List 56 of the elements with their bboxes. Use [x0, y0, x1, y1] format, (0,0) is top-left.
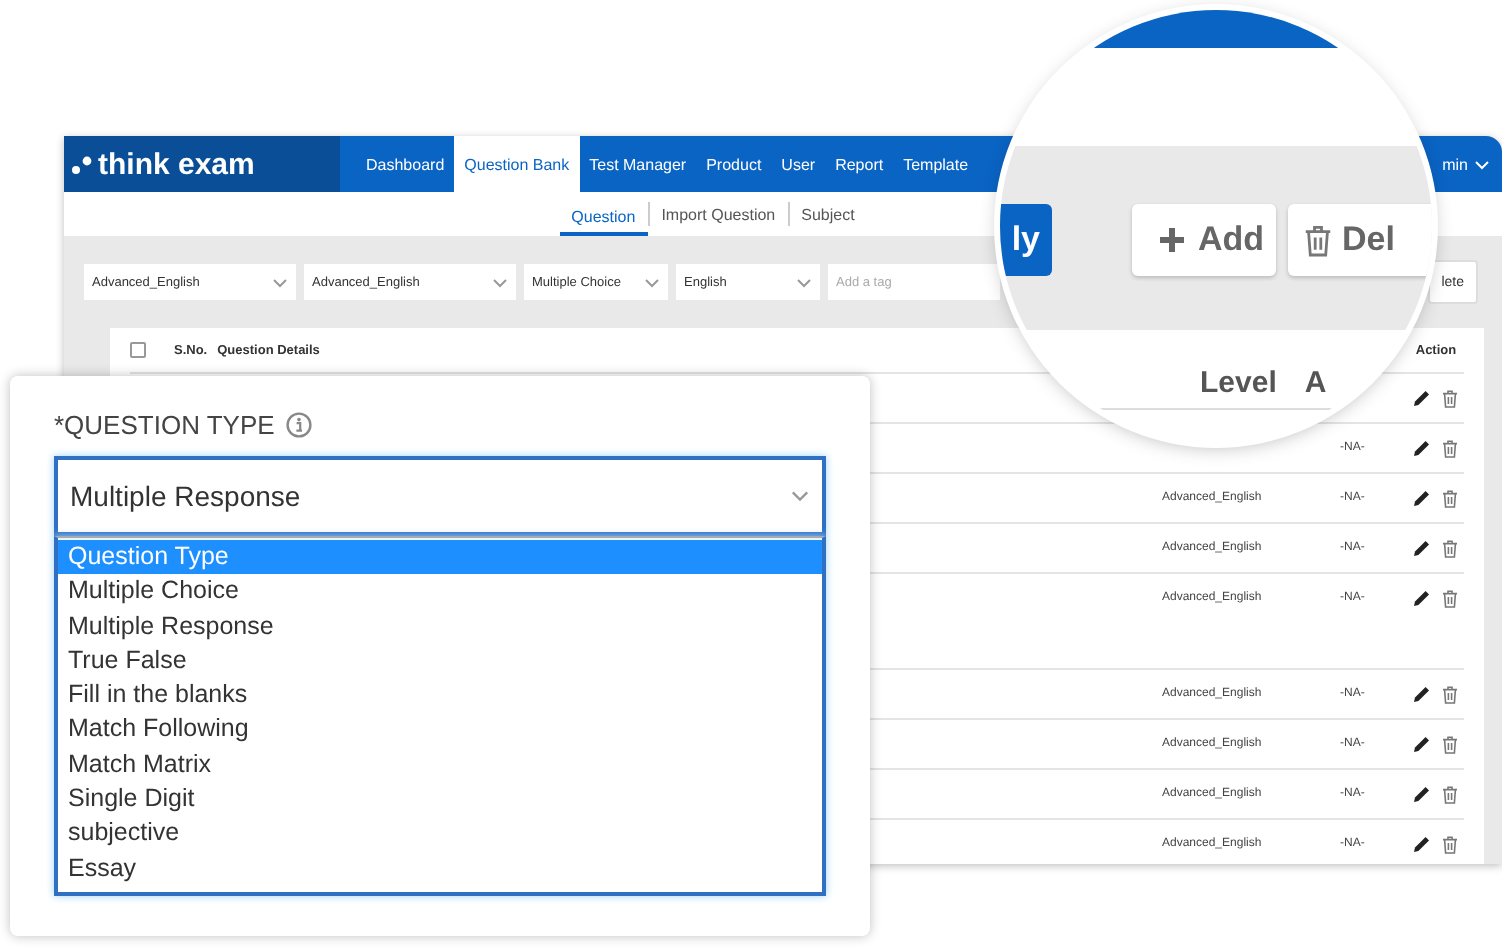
info-icon [286, 412, 313, 438]
trash-icon[interactable] [1304, 223, 1332, 257]
chevron-down-icon [1474, 159, 1490, 169]
pencil-icon[interactable] [1414, 540, 1430, 556]
chevron-down-icon [796, 277, 812, 287]
dropdown-option[interactable]: subjective [58, 816, 822, 852]
pencil-icon[interactable] [1414, 590, 1430, 606]
sub-tab[interactable]: Question [559, 202, 648, 236]
nav-tab[interactable]: Template [893, 136, 979, 192]
chevron-down-icon [790, 490, 810, 502]
trash-icon[interactable] [1442, 390, 1458, 408]
user-menu[interactable]: min [1442, 136, 1502, 192]
field-label: *QUESTION TYPE [54, 410, 275, 440]
nav-tab[interactable]: Report [825, 136, 894, 192]
trash-icon[interactable] [1442, 836, 1458, 854]
pencil-icon[interactable] [1414, 490, 1430, 506]
nav-tab[interactable]: Dashboard [356, 136, 455, 192]
plus-icon [1160, 228, 1184, 252]
trash-icon[interactable] [1442, 490, 1458, 508]
delete-button[interactable]: Del [1288, 204, 1432, 276]
dropdown-option[interactable]: Match Matrix [58, 747, 822, 783]
trash-icon[interactable] [1442, 540, 1458, 558]
brand-name: think exam [98, 147, 255, 181]
sub-tab[interactable]: Import Question [647, 202, 788, 226]
nav-tab[interactable]: Product [696, 136, 772, 192]
dropdown-option[interactable]: Match Following [58, 712, 822, 748]
select-all-checkbox[interactable] [130, 342, 146, 358]
chevron-down-icon [272, 277, 288, 287]
pencil-icon[interactable] [1414, 686, 1430, 702]
dots-logo-icon [72, 155, 92, 173]
apply-button[interactable]: ly [1000, 204, 1052, 276]
sub-tab[interactable]: Subject [787, 202, 867, 226]
trash-icon[interactable] [1442, 786, 1458, 804]
chevron-down-icon [644, 277, 660, 287]
nav-tab[interactable]: Question Bank [454, 136, 580, 192]
trash-icon[interactable] [1442, 686, 1458, 704]
trash-icon[interactable] [1442, 440, 1458, 458]
trash-icon[interactable] [1442, 590, 1458, 608]
dropdown-option[interactable]: Multiple Response [58, 609, 822, 644]
dropdown-option[interactable]: Fill in the blanks [58, 678, 822, 713]
pencil-icon[interactable] [1414, 390, 1430, 406]
add-button[interactable]: Add [1132, 204, 1276, 276]
column-header: A [1304, 366, 1327, 400]
dropdown-option[interactable]: Single Digit [58, 782, 822, 817]
pencil-icon[interactable] [1414, 736, 1430, 752]
dropdown-option[interactable]: Multiple Choice [58, 574, 822, 610]
dropdown-option[interactable]: Essay [58, 851, 822, 886]
column-header: Level [1200, 366, 1277, 400]
pencil-icon[interactable] [1414, 786, 1430, 802]
pencil-icon[interactable] [1414, 836, 1430, 852]
dropdown-option[interactable]: True False [58, 643, 822, 679]
nav-tab[interactable]: User [771, 136, 826, 192]
trash-icon[interactable] [1442, 736, 1458, 754]
nav-tab[interactable]: Test Manager [579, 136, 697, 192]
question-type-select[interactable]: Multiple Response [54, 456, 826, 536]
chevron-down-icon [492, 277, 508, 287]
